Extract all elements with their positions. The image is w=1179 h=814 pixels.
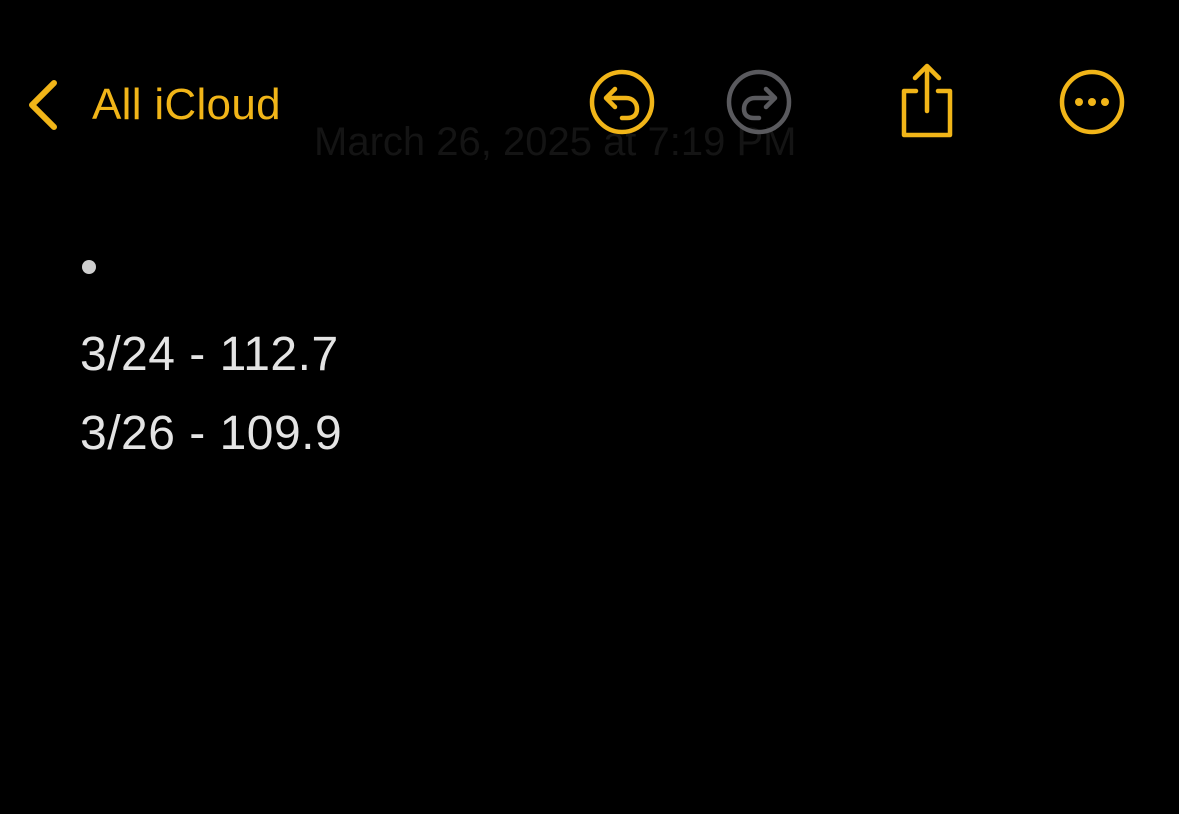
bullet-point bbox=[82, 260, 96, 274]
chevron-left-icon bbox=[22, 75, 70, 135]
undo-button[interactable] bbox=[584, 66, 660, 142]
share-icon bbox=[896, 61, 958, 144]
more-button[interactable] bbox=[1054, 66, 1130, 142]
note-line[interactable]: 3/26 - 109.9 bbox=[80, 406, 342, 461]
back-button[interactable]: All iCloud bbox=[22, 70, 281, 140]
note-line[interactable]: 3/24 - 112.7 bbox=[80, 327, 339, 382]
back-label: All iCloud bbox=[92, 80, 281, 129]
share-button[interactable] bbox=[889, 60, 965, 144]
note-body[interactable]: 3/24 - 112.7 3/26 - 109.9 bbox=[80, 240, 1080, 460]
redo-icon bbox=[725, 68, 793, 141]
navigation-bar: All iCloud March 26, 2025 at 7:19 PM bbox=[0, 0, 1179, 200]
undo-icon bbox=[588, 68, 656, 141]
more-icon bbox=[1058, 68, 1126, 141]
redo-button[interactable] bbox=[721, 66, 797, 142]
